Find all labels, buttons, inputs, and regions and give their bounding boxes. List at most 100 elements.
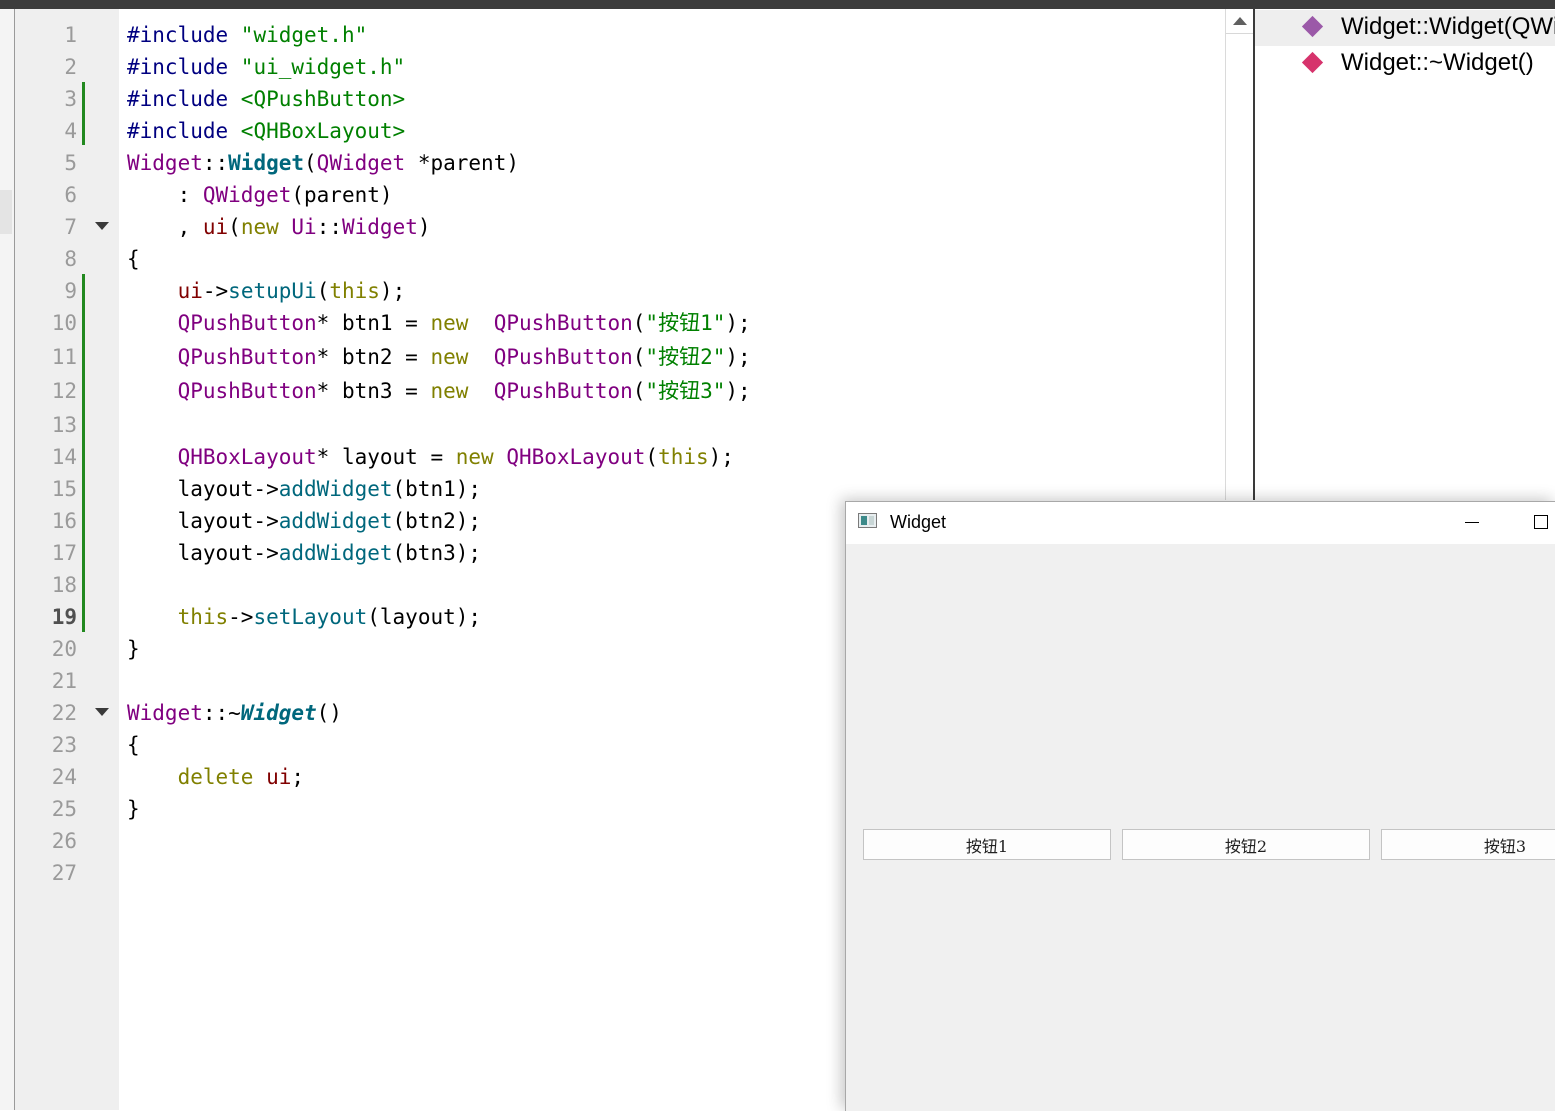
code-token: -> — [202, 279, 229, 303]
code-token: } — [127, 637, 140, 661]
editor-vertical-scrollbar[interactable] — [1225, 9, 1254, 500]
code-token: new — [430, 311, 469, 335]
code-token: ui — [266, 765, 292, 789]
line-number: 1 — [64, 23, 77, 47]
code-token: { — [127, 247, 140, 271]
line-number: 6 — [64, 183, 77, 207]
line-number: 16 — [51, 509, 77, 533]
fold-arrow-icon[interactable] — [95, 222, 109, 230]
line-number: 8 — [64, 247, 77, 271]
code-token: addWidget — [278, 509, 393, 533]
code-token: QPushButton — [493, 379, 633, 403]
code-token: "按钮2" — [645, 345, 726, 369]
fold-arrow-icon[interactable] — [95, 708, 109, 716]
code-token: QWidget — [202, 183, 292, 207]
line-number: 2 — [64, 55, 77, 79]
push-button-2[interactable]: 按钮2 — [1122, 829, 1370, 860]
code-token: ); — [725, 345, 751, 369]
code-token: (btn3); — [392, 541, 482, 565]
code-token: #include — [127, 23, 241, 47]
line-number: 21 — [51, 669, 77, 693]
scroll-up-arrow-icon[interactable] — [1233, 17, 1247, 25]
line-number: 18 — [51, 573, 77, 597]
code-token: ) — [417, 215, 431, 239]
code-token: #include — [127, 119, 241, 143]
top-toolbar-strip — [0, 0, 1555, 9]
code-token: ( — [228, 215, 241, 239]
outline-item-destructor[interactable]: Widget::~Widget() — [1255, 46, 1555, 82]
app-window-icon — [858, 513, 877, 528]
code-token: (layout); — [367, 605, 482, 629]
code-token: * btn2 = — [316, 345, 431, 369]
code-token: , — [127, 215, 203, 239]
code-token: () — [316, 701, 342, 725]
left-edge-panel — [0, 9, 15, 1110]
push-button-1[interactable]: 按钮1 — [863, 829, 1111, 860]
code-token: Widget — [342, 215, 418, 239]
method-diamond-icon — [1301, 51, 1324, 74]
widget-window-titlebar[interactable]: Widget — [846, 502, 1555, 544]
code-line-7: , ui(new Ui::Widget) — [127, 211, 431, 243]
code-token: QPushButton — [177, 311, 317, 335]
maximize-icon[interactable] — [1534, 515, 1548, 529]
line-number: 9 — [64, 279, 77, 303]
code-token: : — [127, 183, 203, 207]
code-line-2: #include "ui_widget.h" — [127, 51, 405, 83]
code-token: QHBoxLayout — [506, 445, 646, 469]
code-line-22: Widget::~Widget() — [127, 697, 342, 729]
code-line-8: { — [127, 243, 140, 275]
line-number: 26 — [51, 829, 77, 853]
code-token: * layout = — [316, 445, 456, 469]
push-button-3[interactable]: 按钮3 — [1381, 829, 1555, 860]
code-token: QPushButton — [177, 345, 317, 369]
outline-item-constructor[interactable]: Widget::Widget(QWidget *parent) — [1255, 10, 1555, 46]
code-token: } — [127, 797, 140, 821]
code-token: ); — [725, 311, 751, 335]
code-token: setupUi — [228, 279, 317, 303]
line-number: 17 — [51, 541, 77, 565]
code-line-15: layout->addWidget(btn1); — [127, 473, 481, 505]
code-token: Widget — [127, 701, 203, 725]
line-number: 5 — [64, 151, 77, 175]
code-token: addWidget — [278, 477, 393, 501]
code-token: ::~ — [202, 701, 241, 725]
outline-item-label: Widget::~Widget() — [1341, 49, 1534, 76]
code-token: ; — [291, 765, 305, 789]
code-line-25: } — [127, 793, 140, 825]
line-number: 3 — [64, 87, 77, 111]
code-token: new — [430, 379, 469, 403]
code-token: this — [329, 279, 380, 303]
line-number: 22 — [51, 701, 77, 725]
code-line-12: QPushButton* btn3 = new QPushButton("按钮3… — [127, 375, 751, 407]
code-token: * btn3 = — [316, 379, 431, 403]
line-number: 24 — [51, 765, 77, 789]
line-number: 25 — [51, 797, 77, 821]
code-token: "按钮1" — [645, 311, 726, 335]
code-token: *parent) — [405, 151, 519, 175]
outline-panel: Widget::Widget(QWidget *parent) Widget::… — [1255, 9, 1555, 500]
code-token: :: — [316, 215, 342, 239]
code-token: new — [455, 445, 494, 469]
code-line-20: } — [127, 633, 140, 665]
code-token: (btn2); — [392, 509, 482, 533]
code-token: Widget — [127, 151, 203, 175]
scroll-divider — [1226, 33, 1254, 34]
minimize-icon[interactable] — [1465, 522, 1479, 523]
line-number: 10 — [51, 311, 77, 335]
change-marker — [82, 274, 85, 632]
code-token: ui — [202, 215, 229, 239]
code-token: new — [430, 345, 469, 369]
widget-window[interactable]: Widget 按钮1 按钮2 按钮3 — [845, 501, 1555, 1111]
code-token: delete — [177, 765, 254, 789]
code-token: :: — [202, 151, 229, 175]
method-diamond-icon — [1301, 15, 1324, 38]
code-token: layout-> — [127, 477, 279, 501]
code-token: (btn1); — [392, 477, 482, 501]
